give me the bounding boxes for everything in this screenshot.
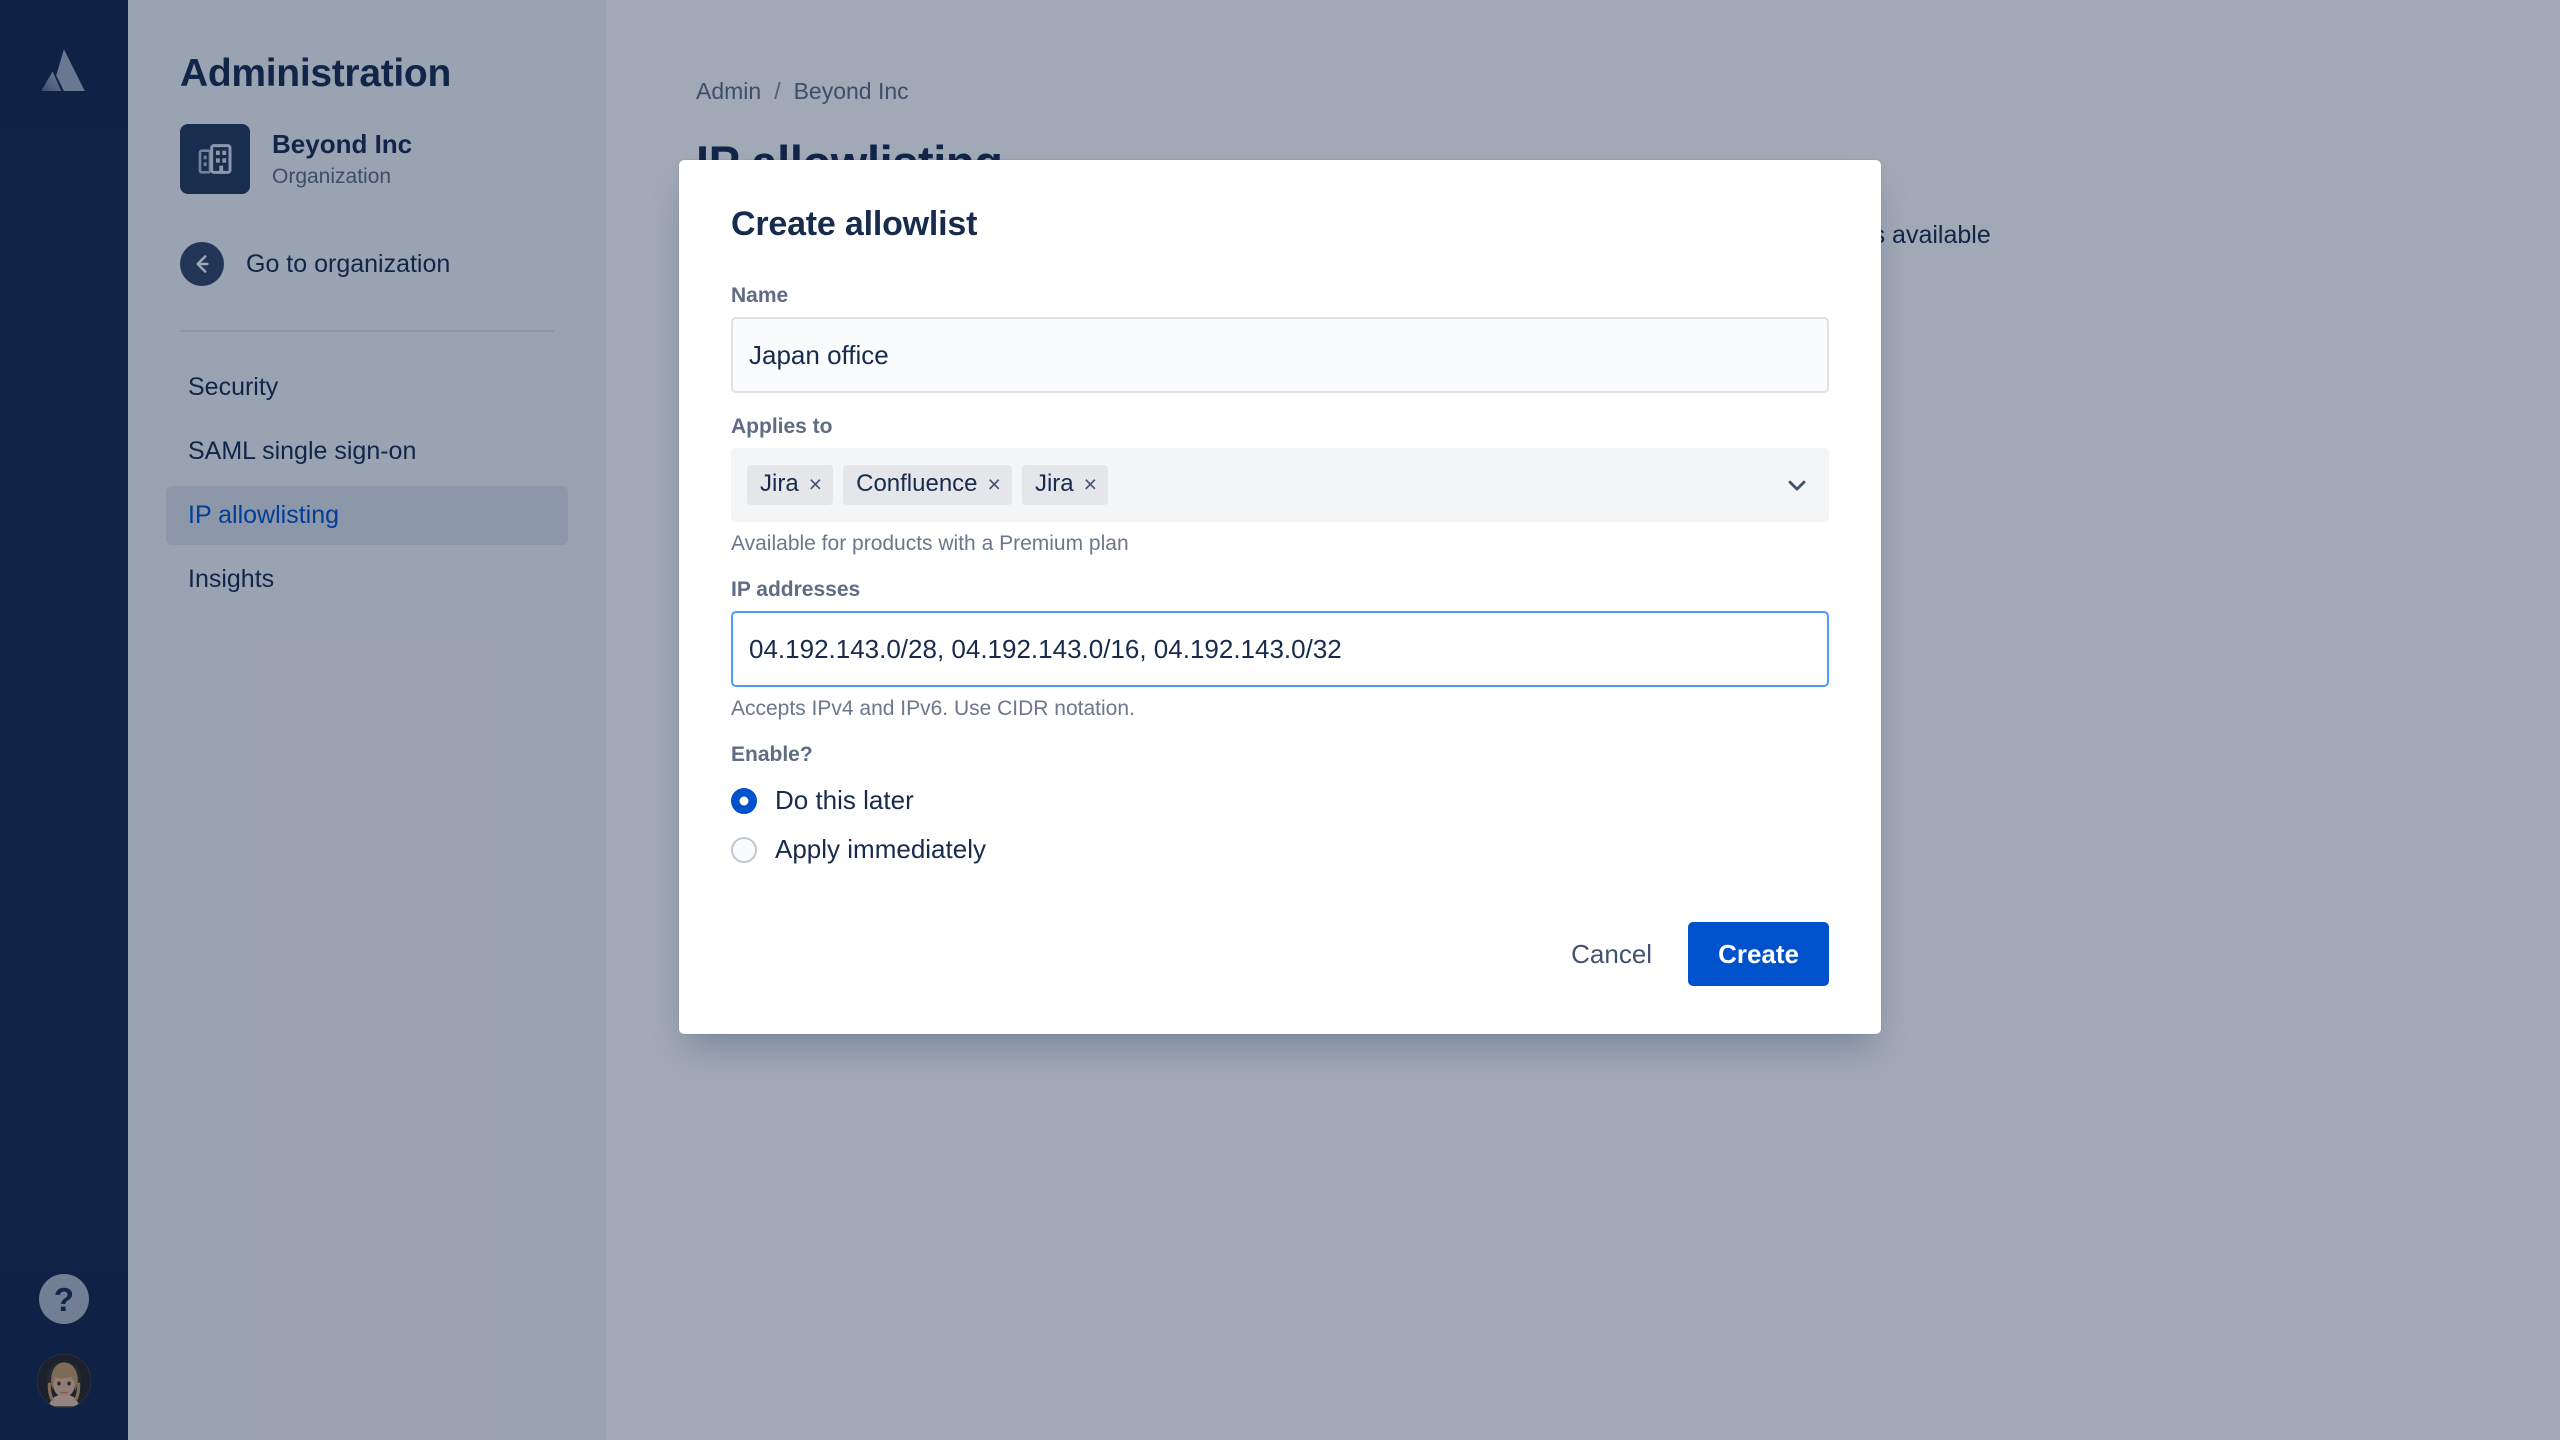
sidebar-item-saml-single-sign-on[interactable]: SAML single sign-on <box>166 422 568 481</box>
dialog-footer: Cancel Create <box>731 922 1829 986</box>
tag-label: Jira <box>1034 470 1074 498</box>
radio-option-do-this-later[interactable]: Do this later <box>731 776 1829 825</box>
organization-subtitle: Organization <box>272 165 392 189</box>
ip-addresses-field-group: IP addresses Accepts IPv4 and IPv6. Use … <box>731 578 1829 721</box>
help-icon[interactable]: ? <box>39 1274 89 1324</box>
ip-addresses-label: IP addresses <box>731 578 861 601</box>
breadcrumb: Admin / Beyond Inc <box>696 78 2470 105</box>
name-label: Name <box>731 284 789 307</box>
enable-label: Enable? <box>731 743 813 766</box>
name-input[interactable] <box>731 317 1829 393</box>
building-icon <box>180 124 250 194</box>
applies-to-field-group: Applies to Jira × Confluence × Jira × Av… <box>731 415 1829 556</box>
remove-tag-icon[interactable]: × <box>1084 473 1097 496</box>
help-glyph: ? <box>53 1280 75 1318</box>
radio-label: Do this later <box>775 785 914 815</box>
selected-product-tags: Jira × Confluence × Jira × <box>747 465 1767 505</box>
sidebar-item-insights[interactable]: Insights <box>166 550 568 609</box>
organization-summary[interactable]: Beyond Inc Organization <box>180 124 568 194</box>
go-to-organization-label: Go to organization <box>246 249 451 278</box>
radio-option-apply-immediately[interactable]: Apply immediately <box>731 825 1829 874</box>
sidebar-item-security[interactable]: Security <box>166 358 568 417</box>
arrow-left-circle-icon <box>180 242 224 286</box>
radio-button-selected[interactable] <box>731 787 757 814</box>
administration-sidebar: Administration Beyond Inc Organization G… <box>128 0 606 1440</box>
go-to-organization-link[interactable]: Go to organization <box>180 242 568 286</box>
applies-to-label: Applies to <box>731 415 833 438</box>
cancel-button[interactable]: Cancel <box>1549 923 1674 985</box>
radio-label: Apply immediately <box>775 834 986 864</box>
name-field-group: Name <box>731 284 1829 393</box>
sidebar-nav-list: Security SAML single sign-on IP allowlis… <box>166 358 568 609</box>
remove-tag-icon[interactable]: × <box>988 473 1001 496</box>
sidebar-divider <box>180 330 554 332</box>
tag-jira-2[interactable]: Jira × <box>1021 465 1109 505</box>
tag-label: Jira <box>760 470 799 498</box>
sidebar-title: Administration <box>180 52 451 95</box>
global-navigation-rail: ? <box>0 0 128 1440</box>
breadcrumb-item-beyond-inc[interactable]: Beyond Inc <box>794 78 909 105</box>
applies-to-helper-text: Available for products with a Premium pl… <box>731 532 1129 555</box>
enable-radio-group: Do this later Apply immediately <box>731 776 1829 874</box>
create-button[interactable]: Create <box>1688 922 1829 986</box>
ip-addresses-input[interactable] <box>731 611 1829 687</box>
atlassian-logo-icon[interactable] <box>34 42 92 100</box>
tag-label: Confluence <box>856 470 978 498</box>
avatar[interactable] <box>35 1352 93 1410</box>
dialog-title: Create allowlist <box>731 205 978 243</box>
ip-addresses-helper-text: Accepts IPv4 and IPv6. Use CIDR notation… <box>731 697 1135 720</box>
enable-field-group: Enable? Do this later Apply immediately <box>731 743 1829 874</box>
breadcrumb-item-admin[interactable]: Admin <box>696 78 761 105</box>
chevron-down-icon[interactable] <box>1783 471 1811 499</box>
organization-name: Beyond Inc <box>272 128 413 159</box>
radio-button-unselected[interactable] <box>731 836 757 863</box>
tag-confluence[interactable]: Confluence × <box>843 465 1012 505</box>
app-root: ? Administration Beyond Inc Organization… <box>0 0 2560 1440</box>
applies-to-multiselect[interactable]: Jira × Confluence × Jira × <box>731 448 1829 522</box>
sidebar-item-ip-allowlisting[interactable]: IP allowlisting <box>166 486 568 545</box>
remove-tag-icon[interactable]: × <box>809 473 822 496</box>
breadcrumb-separator: / <box>774 78 781 104</box>
create-allowlist-dialog: Create allowlist Name Applies to Jira × … <box>679 160 1881 1034</box>
tag-jira-1[interactable]: Jira × <box>747 465 834 505</box>
rail-bottom-actions: ? <box>0 1274 128 1440</box>
